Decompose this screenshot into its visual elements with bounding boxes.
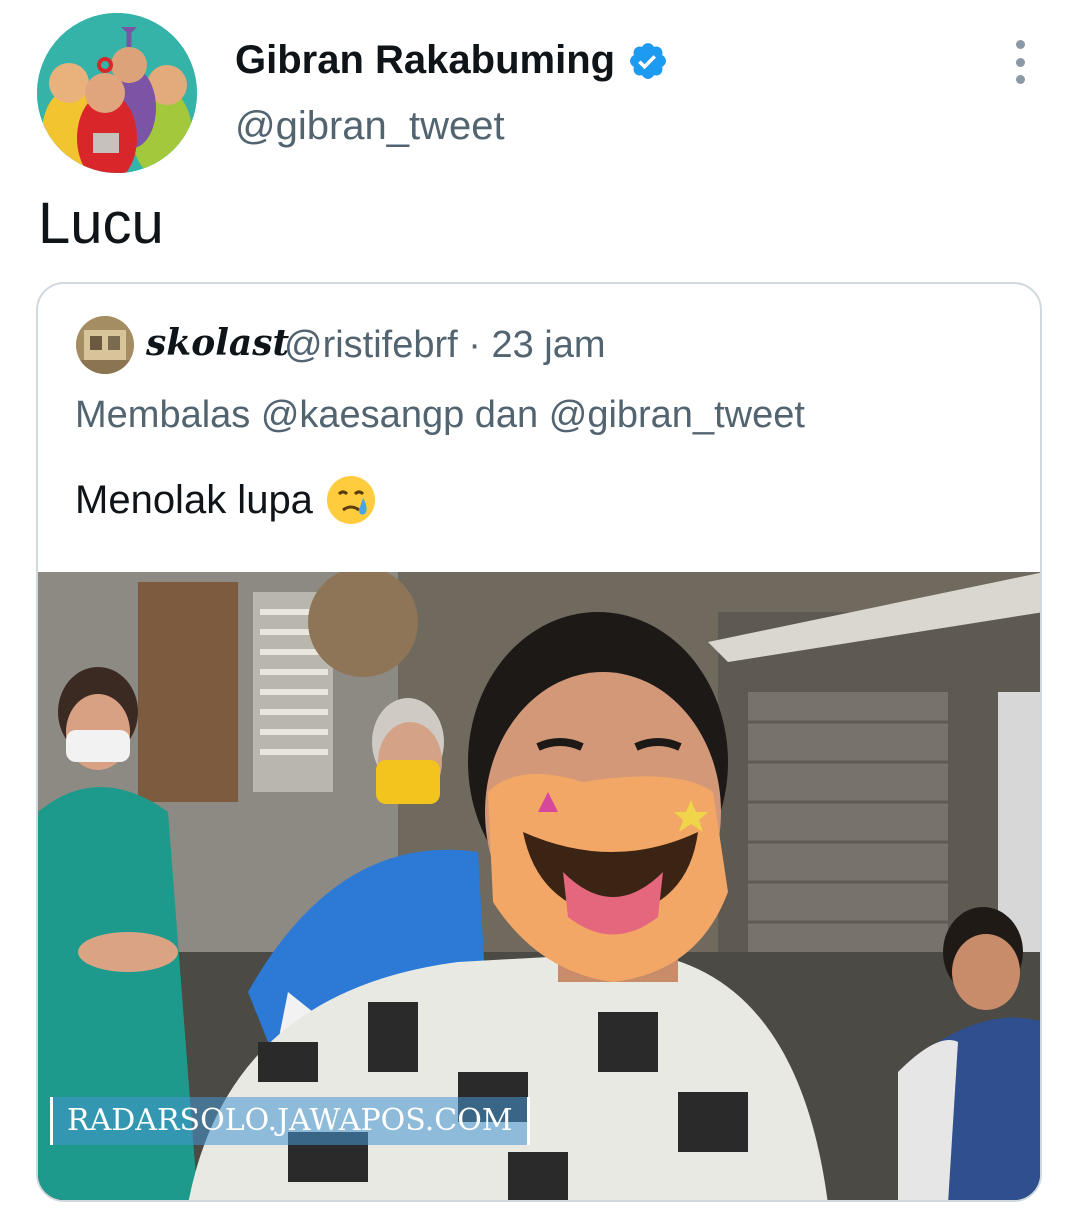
- author-display-name[interactable]: Gibran Rakabuming: [235, 38, 615, 83]
- tweet-view: Gibran Rakabuming @gibran_tweet Lucu sko…: [0, 0, 1080, 1223]
- author-name[interactable]: Gibran Rakabuming: [235, 38, 669, 83]
- more-options-icon[interactable]: [1008, 40, 1032, 84]
- photo-watermark: RADARSOLO.JAWAPOS.COM: [50, 1097, 530, 1145]
- quoted-text-content: Menolak lupa: [75, 477, 313, 522]
- tweet-text: Lucu: [38, 191, 164, 256]
- quoted-tweet-photo[interactable]: RADARSOLO.JAWAPOS.COM: [38, 572, 1040, 1200]
- quoted-tweet-card[interactable]: skolast @ristifebrf · 23 jam Membalas @k…: [36, 282, 1042, 1202]
- quoted-author-name[interactable]: skolast: [146, 322, 289, 364]
- author-handle[interactable]: @gibran_tweet: [235, 104, 505, 149]
- verified-badge-icon: [630, 42, 666, 79]
- teletubbies-avatar-icon: [37, 13, 197, 173]
- quoted-tweet-text: Menolak lupa: [75, 474, 377, 526]
- quoted-author-avatar[interactable]: [76, 316, 134, 374]
- quoted-handle-time: @ristifebrf · 23 jam: [284, 324, 606, 366]
- replying-to: Membalas @kaesangp dan @gibran_tweet: [75, 394, 805, 436]
- author-avatar[interactable]: [37, 13, 197, 173]
- user-avatar-icon: [76, 316, 134, 374]
- face-holding-back-tears-icon: [326, 476, 375, 524]
